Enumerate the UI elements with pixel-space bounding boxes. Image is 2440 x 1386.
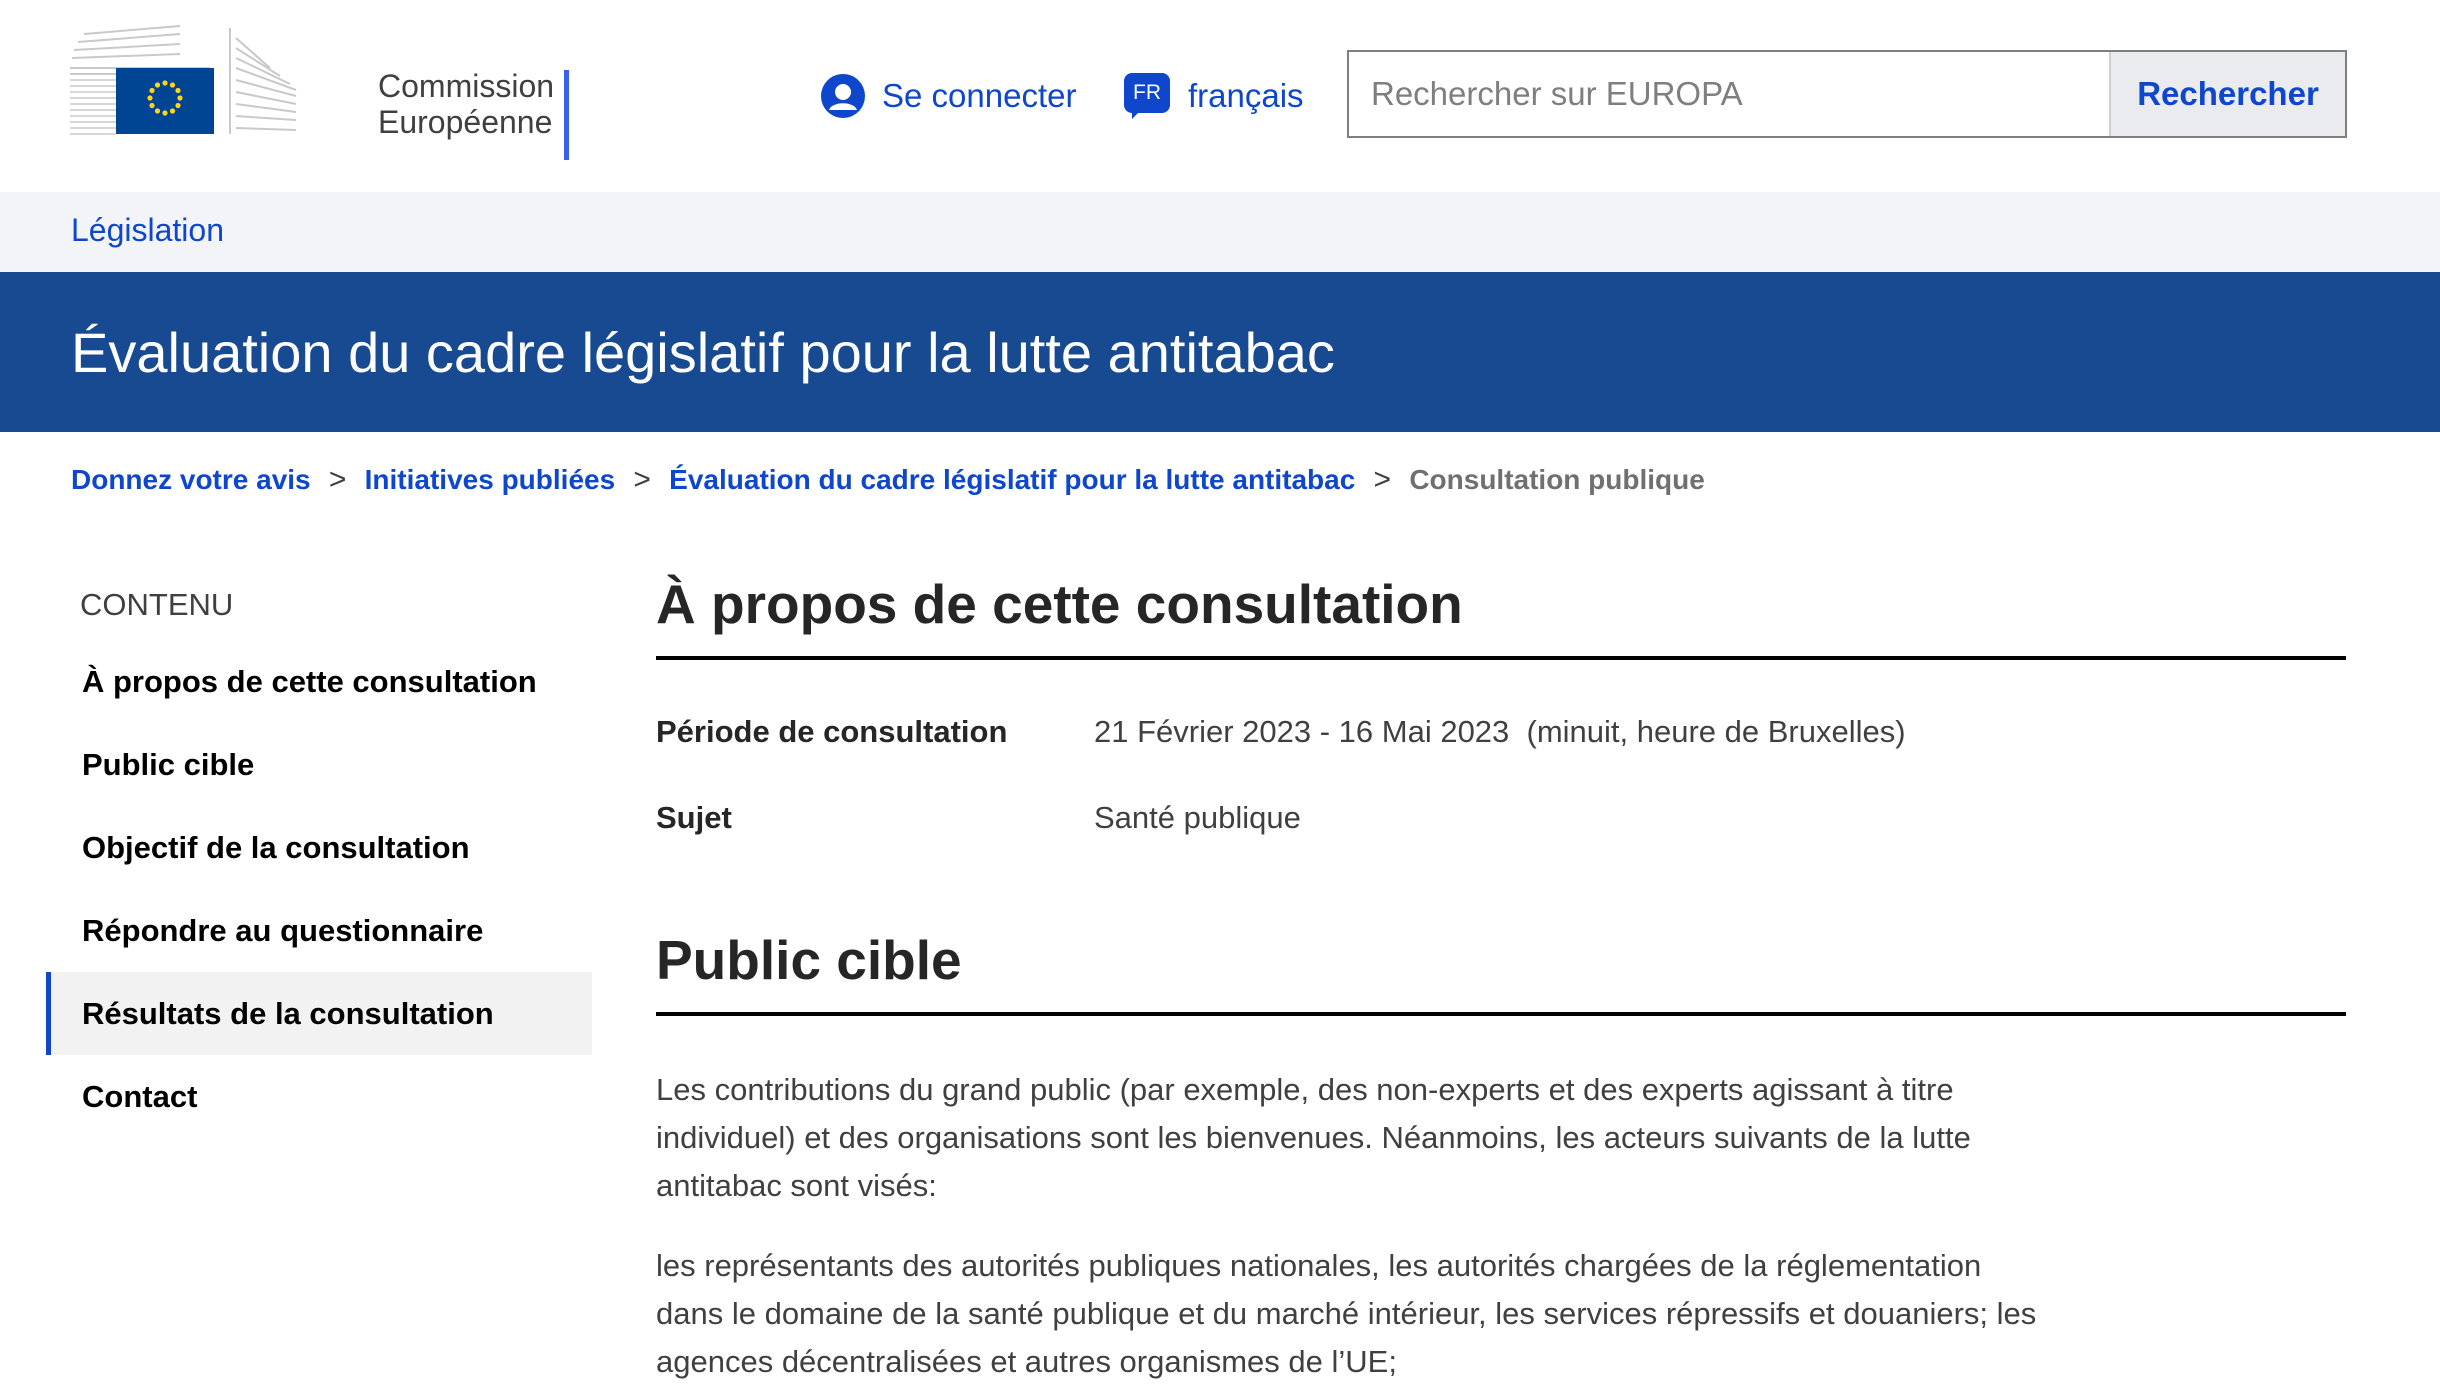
- language-label: français: [1188, 77, 1304, 114]
- breadcrumb-link-give-feedback[interactable]: Donnez votre avis: [71, 464, 311, 496]
- eu-commission-emblem-icon: [70, 25, 297, 135]
- audience-paragraph: Les contributions du grand public (par e…: [656, 1072, 1971, 1203]
- breadcrumb: Donnez votre avis > Initiatives publiées…: [71, 462, 1705, 498]
- language-selector[interactable]: FR français: [1124, 68, 1304, 124]
- period-value: 21 Février 2023 - 16 Mai 2023 (minuit, h…: [1094, 714, 1906, 749]
- chevron-right-icon: >: [633, 463, 651, 496]
- site-name-bar: Législation: [0, 192, 2440, 272]
- search-input[interactable]: [1349, 52, 2109, 136]
- logo-line-2: Européenne: [378, 104, 553, 140]
- target-audience-heading: Public cible: [656, 929, 962, 991]
- login-label: Se connecter: [882, 77, 1077, 114]
- language-bubble-icon: FR: [1124, 73, 1170, 119]
- sidebar-item-target-audience[interactable]: Public cible: [46, 723, 592, 806]
- sidebar-item-contact[interactable]: Contact: [46, 1055, 592, 1138]
- site-header: Commission Européenne Se connecter FR fr…: [0, 0, 2440, 192]
- search-form: Rechercher: [1347, 50, 2347, 138]
- subject-label: Sujet: [656, 800, 732, 835]
- chevron-right-icon: >: [328, 463, 347, 496]
- page-title: Évaluation du cadre législatif pour la l…: [71, 321, 1335, 384]
- site-name-link[interactable]: Législation: [71, 212, 224, 249]
- sidebar-item-results[interactable]: Résultats de la consultation: [46, 972, 592, 1055]
- section-divider: [656, 656, 2346, 660]
- page-header-banner: Évaluation du cadre législatif pour la l…: [0, 272, 2440, 432]
- chevron-right-icon: >: [1373, 463, 1392, 496]
- sidebar-item-objective[interactable]: Objectif de la consultation: [46, 806, 592, 889]
- search-button[interactable]: Rechercher: [2109, 52, 2345, 136]
- sidebar-item-respond[interactable]: Répondre au questionnaire: [46, 889, 592, 972]
- breadcrumb-current: Consultation publique: [1409, 464, 1705, 495]
- about-heading: À propos de cette consultation: [656, 573, 1463, 635]
- european-commission-logo[interactable]: Commission Européenne: [70, 24, 569, 160]
- user-icon: [821, 74, 865, 118]
- period-label: Période de consultation: [656, 714, 1008, 749]
- sidebar-title: CONTENU: [80, 587, 234, 622]
- language-bubble-tail: [1132, 109, 1142, 119]
- logo-wordmark: Commission Européenne: [378, 68, 554, 140]
- logo-line-1: Commission: [378, 68, 555, 104]
- subject-value: Santé publique: [1094, 800, 1301, 835]
- sidebar-item-about[interactable]: À propos de cette consultation: [46, 640, 592, 723]
- section-divider: [656, 1012, 2346, 1016]
- login-link[interactable]: Se connecter: [820, 68, 1076, 124]
- content-sidebar: CONTENU À propos de cette consultation P…: [46, 570, 592, 1138]
- language-code: FR: [1124, 73, 1170, 113]
- logo-accent-bar: [564, 70, 569, 160]
- audience-list-text: les représentants des autorités publique…: [656, 1248, 2037, 1379]
- breadcrumb-link-published-initiatives[interactable]: Initiatives publiées: [365, 464, 616, 496]
- breadcrumb-link-initiative[interactable]: Évaluation du cadre législatif pour la l…: [669, 464, 1355, 496]
